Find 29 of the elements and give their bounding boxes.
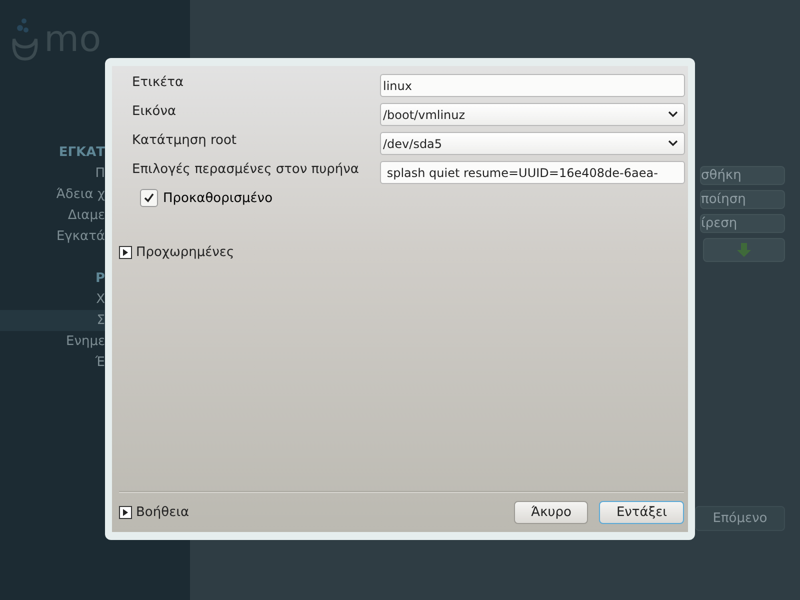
field-label: Επιλογές περασμένες στον πυρήνα [132,161,360,179]
field-label: Ετικέτα [132,74,185,92]
chevron-icon [668,140,678,147]
down-arrow-icon [736,242,752,258]
cauldron-icon [10,17,40,63]
sidebar-heading: Ρ [94,270,105,288]
sidebar-step: Σ [0,310,105,331]
advanced-expander[interactable]: Προχωρημένες [119,245,684,260]
help-expander[interactable]: Βοήθεια [119,505,190,520]
field-label: Εικόνα [132,103,178,121]
sidebar-step: Έ [0,352,105,373]
field-label: Κατάτμηση root [132,132,238,150]
sidebar-step: Π [0,163,105,184]
input-field[interactable]: linux [380,74,685,97]
sidebar-step: Ενημε [0,331,105,352]
cancel-button[interactable]: Άκυρο [514,501,588,524]
chevron-icon [668,111,678,118]
sidebar-step: Χ [0,289,105,310]
sidebar-step: Εγκατά [0,226,105,247]
sidebar-step: Διαμε [0,205,105,226]
check-icon [143,192,155,204]
sidebar-step: Άδεια χ [0,184,105,205]
sidebar-heading: ΕΓΚΑΤ [58,144,105,162]
dropdown[interactable]: /dev/sda5 [380,132,685,155]
checkbox-label: Προκαθορισμένο [163,190,273,206]
checkbox[interactable] [140,189,158,207]
ok-button[interactable]: Εντάξει [599,501,684,524]
input-field[interactable]: splash quiet resume=UUID=16e408de-6aea- [380,161,685,184]
dropdown[interactable]: /boot/vmlinuz [380,103,685,126]
